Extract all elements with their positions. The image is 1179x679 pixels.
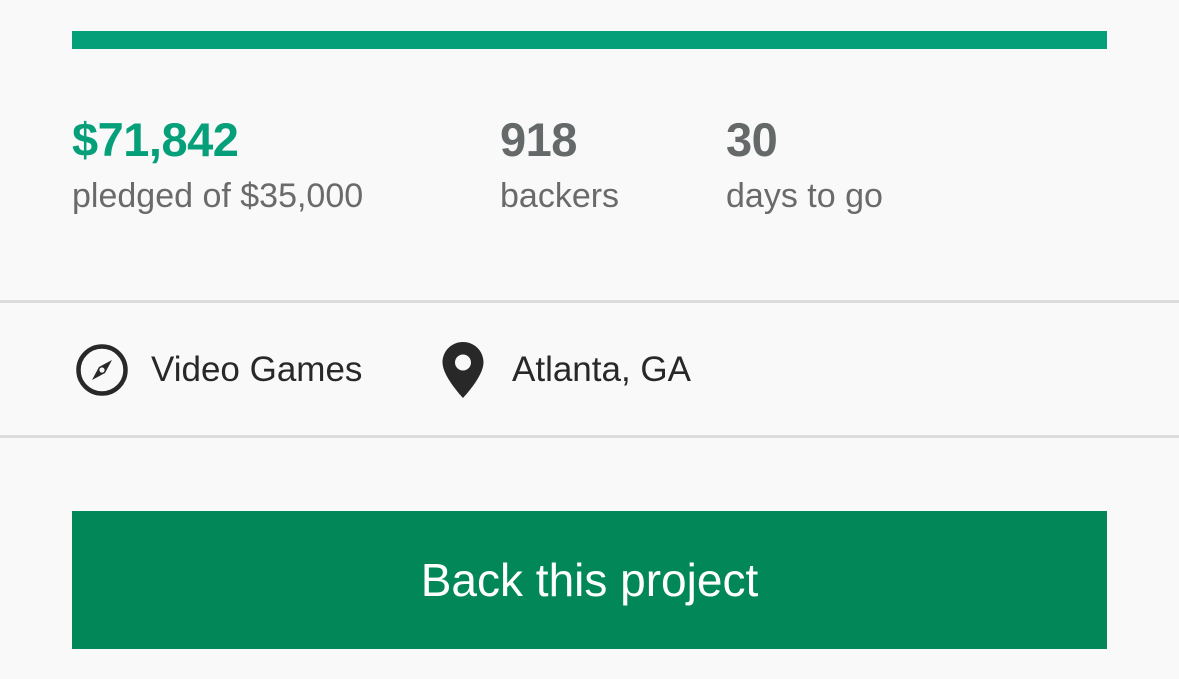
- location-link[interactable]: Atlanta, GA: [440, 338, 691, 402]
- funding-progress-bar: [72, 31, 1107, 49]
- divider-top: [0, 300, 1179, 303]
- pledged-label: pledged of $35,000: [72, 177, 364, 215]
- backers-stat: 918 backers: [500, 112, 619, 218]
- back-project-button[interactable]: Back this project: [72, 511, 1107, 649]
- compass-icon: [74, 342, 130, 398]
- backers-count: 918: [500, 113, 577, 166]
- days-count: 30: [726, 113, 778, 166]
- backers-label: backers: [500, 177, 620, 215]
- category-link[interactable]: Video Games: [74, 338, 362, 402]
- divider-bottom: [0, 435, 1179, 438]
- days-label: days to go: [726, 177, 883, 215]
- category-label: Video Games: [151, 350, 363, 389]
- days-to-go-stat: 30 days to go: [726, 112, 883, 218]
- location-label: Atlanta, GA: [512, 350, 691, 389]
- pledged-stat: $71,842 pledged of $35,000: [72, 112, 363, 218]
- funding-progress-fill: [72, 31, 1107, 49]
- pledged-amount: $71,842: [72, 113, 239, 166]
- map-pin-icon: [440, 340, 486, 400]
